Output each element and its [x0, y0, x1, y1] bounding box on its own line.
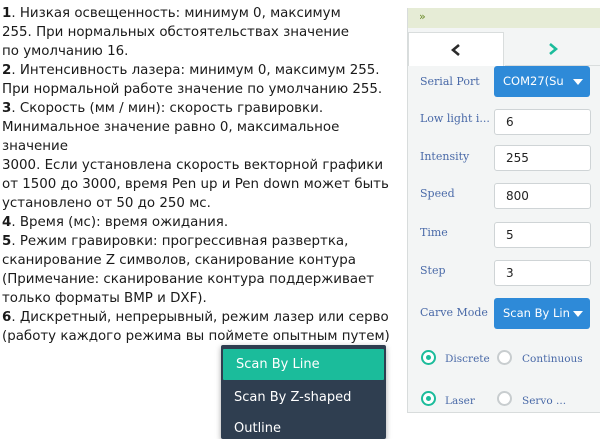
continuous-label: Continuous: [522, 353, 583, 365]
discrete-label: Discrete: [445, 353, 490, 365]
intensity-label: Intensity: [420, 150, 470, 163]
intensity-input[interactable]: 255: [494, 145, 591, 171]
step-input[interactable]: 3: [494, 260, 591, 286]
instruction-item-1: 1. Низкая освещенность: минимум 0, макси…: [2, 6, 350, 59]
radio-continuous[interactable]: [497, 350, 512, 365]
collapse-icon[interactable]: »: [419, 10, 426, 23]
speed-input[interactable]: 800: [494, 183, 591, 209]
instruction-item-4: 4. Время (мс): время ожидания.: [2, 215, 229, 230]
tab-back[interactable]: [408, 32, 504, 66]
caret-down-icon: [573, 311, 583, 317]
tab-forward[interactable]: [505, 32, 600, 66]
carve-mode-dropdown-menu: Scan By Line Scan By Z-shaped Outline: [221, 345, 386, 439]
menu-option-scan-by-z-shaped[interactable]: Scan By Z-shaped: [221, 382, 386, 413]
panel-collapse-bar[interactable]: »: [408, 8, 600, 28]
instructions-text: 1. Низкая освещенность: минимум 0, макси…: [2, 4, 394, 346]
serial-port-value: COM27(Su: [503, 74, 564, 88]
panel-tabs: [408, 32, 600, 66]
servo-label: Servo ...: [522, 395, 567, 407]
radio-laser[interactable]: [421, 391, 436, 406]
low-light-input[interactable]: 6: [494, 109, 591, 135]
caret-down-icon: [573, 79, 583, 85]
serial-port-select[interactable]: COM27(Su: [494, 66, 590, 97]
carve-mode-value: Scan By Lin: [503, 306, 570, 320]
step-label: Step: [420, 264, 446, 277]
chevron-left-icon: [451, 43, 460, 56]
radio-discrete[interactable]: [421, 350, 436, 365]
instruction-item-2: 2. Интенсивность лазера: минимум 0, макс…: [2, 63, 383, 97]
instruction-item-6: 6. Дискретный, непрерывный, режим лазер …: [2, 310, 390, 344]
chevron-right-icon: [549, 42, 558, 55]
laser-label: Laser: [445, 395, 475, 407]
speed-label: Speed: [420, 187, 455, 200]
instruction-item-3: 3. Скорость (мм / мин): скорость гравиро…: [2, 101, 389, 211]
carve-mode-label: Carve Mode: [420, 306, 488, 319]
low-light-label: Low light i...: [420, 112, 490, 125]
instruction-item-5: 5. Режим гравировки: прогрессивная разве…: [2, 234, 375, 306]
menu-option-outline[interactable]: Outline: [221, 413, 386, 439]
carve-mode-select[interactable]: Scan By Lin: [494, 298, 590, 329]
menu-option-scan-by-line[interactable]: Scan By Line: [223, 349, 384, 380]
time-label: Time: [420, 226, 448, 239]
radio-servo[interactable]: [497, 391, 512, 406]
time-input[interactable]: 5: [494, 222, 591, 248]
serial-port-label: Serial Port: [420, 75, 480, 88]
